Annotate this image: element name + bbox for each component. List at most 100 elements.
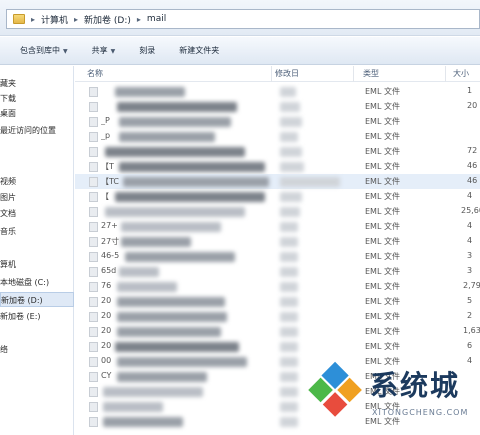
nav-item-pictures[interactable]: 图片 (0, 190, 74, 205)
column-divider[interactable] (271, 66, 272, 82)
redacted-date (280, 327, 298, 337)
file-size: 5 (467, 296, 473, 305)
table-row[interactable]: 65d EML 文件 3 (75, 264, 480, 279)
file-type: EML 文件 (365, 87, 400, 96)
redacted-date (280, 282, 298, 292)
redacted-date (280, 192, 302, 202)
nav-item-recent-places[interactable]: 最近访问的位置 (0, 123, 74, 138)
redacted-name (103, 417, 183, 427)
nav-item-favorites[interactable]: 藏夹 (0, 76, 74, 91)
include-in-library-label: 包含到库中 (20, 45, 60, 55)
redacted-name (103, 402, 163, 412)
file-size: 4 (467, 221, 473, 230)
redacted-date (280, 312, 298, 322)
new-folder-button[interactable]: 新建文件夹 (167, 41, 231, 61)
file-size: 6 (467, 341, 473, 350)
share-button[interactable]: 共享 ▼ (80, 41, 128, 61)
file-type: EML 文件 (365, 147, 400, 156)
crumb-separator: ▸ (31, 14, 36, 24)
table-row[interactable]: EML 文件 1 (75, 84, 480, 99)
xitongcheng-logo-icon (308, 361, 362, 417)
nav-item-computer[interactable]: 算机 (0, 257, 74, 272)
table-row[interactable]: _p EML 文件 (75, 129, 480, 144)
redacted-date (280, 267, 298, 277)
nav-item-downloads[interactable]: 下载 (0, 91, 74, 106)
table-row[interactable]: 【TC EML 文件 46 (75, 174, 480, 189)
address-bar-strip: ▸ 计算机 ▸ 新加卷 (D:) ▸ mail (0, 0, 480, 36)
file-type: EML 文件 (365, 342, 400, 351)
column-header-date[interactable]: 修改日 (275, 68, 299, 79)
nav-item-drive-e[interactable]: 新加卷 (E:) (0, 309, 74, 324)
table-row[interactable]: 【T EML 文件 46 (75, 159, 480, 174)
eml-file-icon (89, 402, 98, 412)
eml-file-icon (89, 237, 98, 247)
nav-item-desktop[interactable]: 桌面 (0, 106, 74, 121)
nav-item-local-disk-c[interactable]: 本地磁盘 (C:) (0, 275, 74, 290)
watermark-title: 系统城 (370, 369, 461, 402)
table-row[interactable]: _P EML 文件 (75, 114, 480, 129)
redacted-date (280, 147, 302, 157)
eml-file-icon (89, 297, 98, 307)
column-header-size[interactable]: 大小 (453, 68, 469, 79)
breadcrumb-mail[interactable]: mail (147, 14, 166, 24)
redacted-date (280, 342, 298, 352)
table-row[interactable]: 20 EML 文件 5 (75, 294, 480, 309)
table-row[interactable]: EML 文件 20 (75, 99, 480, 114)
redacted-date (280, 387, 298, 397)
redacted-name (115, 192, 265, 202)
table-row[interactable]: 27+ EML 文件 4 (75, 219, 480, 234)
column-header-type[interactable]: 类型 (363, 68, 379, 79)
redacted-name (117, 282, 177, 292)
table-row[interactable]: 【 EML 文件 4 (75, 189, 480, 204)
file-name: 65d (101, 266, 117, 275)
eml-file-icon (89, 192, 98, 202)
command-bar: 包含到库中 ▼ 共享 ▼ 刻录 新建文件夹 (0, 37, 480, 65)
table-row[interactable]: EML 文件 72 (75, 144, 480, 159)
nav-item-documents[interactable]: 文档 (0, 206, 74, 221)
redacted-name (117, 312, 227, 322)
column-divider[interactable] (353, 66, 354, 82)
table-row[interactable]: 76 EML 文件 2,79 (75, 279, 480, 294)
file-size: 20 (467, 101, 478, 110)
table-row[interactable]: 20 EML 文件 2 (75, 309, 480, 324)
table-row[interactable]: 46-5 EML 文件 3 (75, 249, 480, 264)
redacted-date (280, 102, 300, 112)
file-type: EML 文件 (365, 327, 400, 336)
eml-file-icon (89, 327, 98, 337)
breadcrumb-computer[interactable]: 计算机 (41, 13, 68, 26)
address-bar[interactable]: ▸ 计算机 ▸ 新加卷 (D:) ▸ mail (6, 9, 480, 29)
redacted-name (117, 372, 207, 382)
file-size: 3 (467, 251, 473, 260)
include-in-library-button[interactable]: 包含到库中 ▼ (0, 41, 80, 61)
eml-file-icon (89, 132, 98, 142)
file-type: EML 文件 (365, 117, 400, 126)
file-name: _p (101, 131, 111, 140)
redacted-date (280, 177, 340, 187)
column-header-name[interactable]: 名称 (87, 68, 103, 79)
burn-button[interactable]: 刻录 (127, 41, 167, 61)
column-divider[interactable] (445, 66, 446, 82)
file-name: 27+ (101, 221, 118, 230)
eml-file-icon (89, 312, 98, 322)
table-row[interactable]: 27寸 EML 文件 4 (75, 234, 480, 249)
redacted-date (280, 87, 296, 97)
redacted-name (119, 132, 215, 142)
nav-item-network[interactable]: 络 (0, 342, 74, 357)
eml-file-icon (89, 417, 98, 427)
eml-file-icon (89, 87, 98, 97)
breadcrumb-drive-d[interactable]: 新加卷 (D:) (84, 13, 131, 26)
file-size: 25,60 (461, 206, 480, 215)
file-name: _P (101, 116, 110, 125)
nav-item-music[interactable]: 音乐 (0, 224, 74, 239)
nav-item-drive-d[interactable]: 新加卷 (D:) (0, 292, 74, 307)
file-type: EML 文件 (365, 132, 400, 141)
table-row[interactable]: EML 文件 25,60 (75, 204, 480, 219)
redacted-name (119, 267, 159, 277)
table-row[interactable]: 20 EML 文件 1,63 (75, 324, 480, 339)
nav-item-videos[interactable]: 视频 (0, 174, 74, 189)
redacted-date (280, 207, 300, 217)
file-type: EML 文件 (365, 177, 400, 186)
file-type: EML 文件 (365, 267, 400, 276)
eml-file-icon (89, 342, 98, 352)
redacted-name (117, 327, 221, 337)
